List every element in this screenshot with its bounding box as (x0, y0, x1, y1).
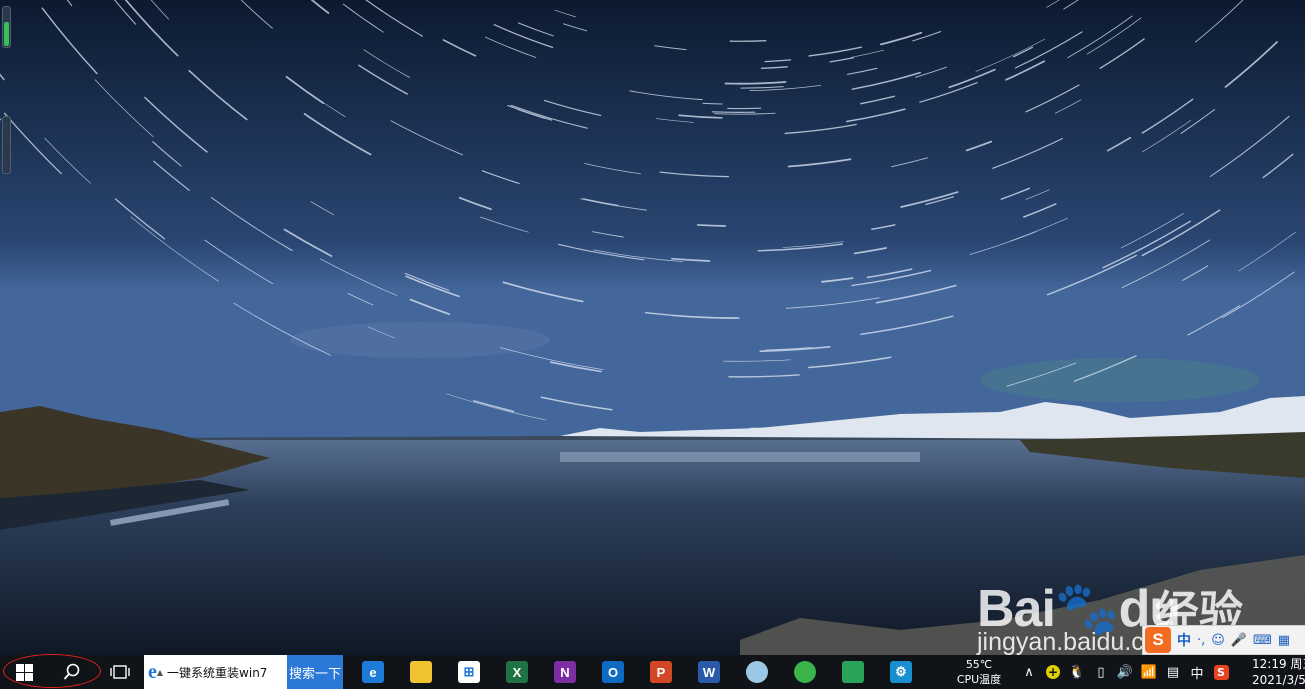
mic-icon[interactable]: 🎤 (1231, 633, 1247, 648)
edge-icon: e (362, 661, 384, 683)
taskbar-app-onenote[interactable]: N (541, 655, 589, 689)
battery-icon[interactable]: ▯ (1092, 665, 1110, 680)
settings-app-icon: ⚙ (890, 661, 912, 683)
photos-icon (842, 661, 864, 683)
taskbar-app-paint[interactable] (733, 655, 781, 689)
search-icon (63, 663, 80, 680)
ime-language-indicator[interactable]: 中 (1188, 663, 1206, 682)
onenote-icon: N (554, 661, 576, 683)
search-go-button[interactable]: 搜索一下 (287, 655, 343, 689)
cpu-temperature-widget[interactable]: 55℃ CPU温度 (946, 655, 1012, 689)
star-trail (711, 111, 756, 113)
taskbar-app-outlook[interactable]: O (589, 655, 637, 689)
ie-search-input[interactable]: 一键系统重装win7 (167, 664, 267, 681)
cpu-temp-label: CPU温度 (956, 673, 1002, 686)
taskbar-app-file-explorer[interactable] (397, 655, 445, 689)
skin-icon[interactable]: ▦ (1278, 633, 1290, 648)
cpu-temp-value: 55℃ (965, 658, 993, 671)
show-hidden-icons-chevron-icon[interactable]: ∧ (1020, 665, 1038, 680)
qq-icon[interactable]: 🐧 (1068, 665, 1086, 680)
search-button[interactable] (48, 655, 96, 689)
clock-date: 2021/3/5 (1252, 673, 1305, 687)
ie-dropdown-icon[interactable]: ▲ (157, 668, 163, 677)
ie-search-box[interactable]: e ▲ 一键系统重装win7 (144, 655, 287, 689)
taskbar-app-edge[interactable]: e (349, 655, 397, 689)
notification-icon[interactable]: ▤ (1164, 665, 1182, 680)
taskbar-app-word[interactable]: W (685, 655, 733, 689)
ime-punct[interactable]: ·, (1197, 633, 1205, 648)
taskbar-app-photos[interactable] (829, 655, 877, 689)
green-app-icon (794, 661, 816, 683)
taskbar-app-green-app[interactable] (781, 655, 829, 689)
powerpoint-icon: P (650, 661, 672, 683)
keyboard-icon[interactable]: ⌨ (1253, 633, 1272, 648)
ie-icon: e (148, 660, 157, 683)
excel-icon: X (506, 661, 528, 683)
left-meter-bottom (2, 116, 11, 174)
sogou-tray-icon[interactable]: S (1212, 664, 1230, 680)
wifi-icon[interactable]: 📶 (1140, 665, 1158, 680)
start-button[interactable] (0, 655, 48, 689)
star-trail (729, 40, 767, 42)
plus-badge-icon[interactable]: + (1044, 664, 1062, 680)
taskbar-app-excel[interactable]: X (493, 655, 541, 689)
clock-time: 12:19 周五 (1252, 657, 1305, 671)
system-tray: ∧ + 🐧 ▯ 🔊 📶 ▤ 中 S (1020, 655, 1230, 689)
paint-icon (746, 661, 768, 683)
store-icon: ⊞ (458, 661, 480, 683)
desktop-wallpaper: Bai🐾du 经验 jingyan.baidu.com S 中 ·, ☺ 🎤 ⌨… (0, 0, 1305, 655)
task-view-icon (110, 665, 130, 679)
windows-logo-icon (15, 663, 33, 681)
taskbar-app-powerpoint[interactable]: P (637, 655, 685, 689)
sogou-logo-icon[interactable]: S (1145, 627, 1171, 653)
ime-toolbar[interactable]: S 中 ·, ☺ 🎤 ⌨ ▦ (1142, 625, 1305, 655)
volume-icon[interactable]: 🔊 (1116, 665, 1134, 680)
left-meter-top (2, 6, 11, 48)
outlook-icon: O (602, 661, 624, 683)
file-explorer-icon (410, 661, 432, 683)
word-icon: W (698, 661, 720, 683)
taskbar-app-settings-app[interactable]: ⚙ (877, 655, 925, 689)
ime-mode[interactable]: 中 (1177, 630, 1191, 650)
clock[interactable]: 12:19 周五 2021/3/5 (1252, 655, 1305, 689)
emoji-icon[interactable]: ☺ (1211, 633, 1225, 648)
task-view-button[interactable] (96, 655, 144, 689)
taskbar-app-store[interactable]: ⊞ (445, 655, 493, 689)
